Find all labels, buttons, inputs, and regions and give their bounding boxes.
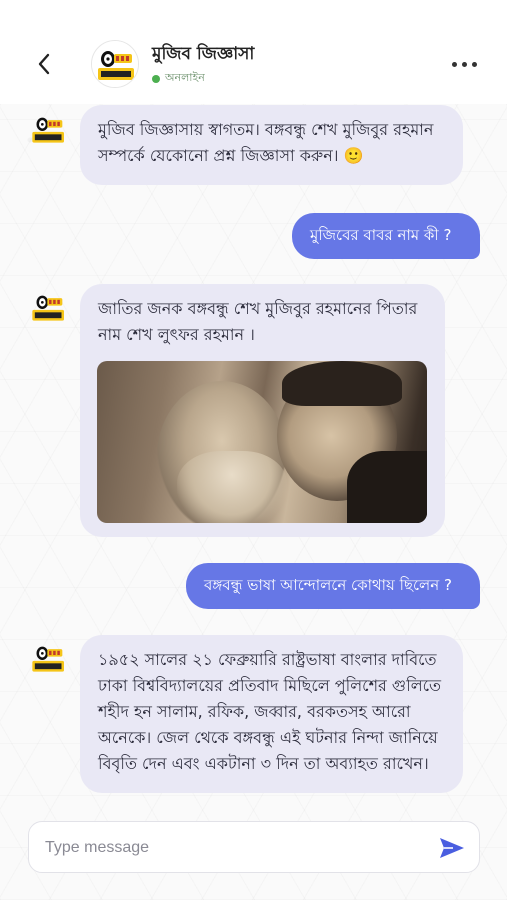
chat-header: মুজিব জিজ্ঞাসা অনলাইন [0, 0, 507, 104]
bot-avatar [29, 640, 69, 680]
bot-message: ১৯৫২ সালের ২১ ফেব্রুয়ারি রাষ্ট্রভাষা বা… [80, 635, 463, 793]
mascot-logo-icon [32, 646, 64, 672]
online-status: অনলাইন [152, 69, 205, 88]
message-composer [28, 821, 480, 873]
user-message: মুজিবের বাবর নাম কী ? [292, 213, 480, 259]
send-icon [440, 838, 464, 858]
mascot-logo-icon [32, 295, 64, 321]
chevron-left-icon [38, 53, 50, 75]
chat-avatar[interactable] [91, 40, 139, 88]
status-label: অনলাইন [165, 71, 205, 84]
message-text: মুজিব জিজ্ঞাসায় স্বাগতম। বঙ্গবন্ধু শেখ … [98, 120, 434, 165]
user-message: বঙ্গবন্ধু ভাষা আন্দোলনে কোথায় ছিলেন ? [186, 563, 480, 609]
more-options-button[interactable] [446, 52, 482, 76]
message-text: ১৯৫২ সালের ২১ ফেব্রুয়ারি রাষ্ট্রভাষা বা… [98, 650, 442, 773]
mascot-logo-icon [92, 41, 138, 87]
message-text: জাতির জনক বঙ্গবন্ধু শেখ মুজিবুর রহমানের … [98, 299, 418, 344]
chat-title: মুজিব জিজ্ঞাসা [152, 44, 255, 64]
historical-photo[interactable] [97, 361, 427, 523]
message-text: মুজিবের বাবর নাম কী ? [310, 226, 452, 244]
more-horizontal-icon [451, 61, 457, 67]
bot-message: মুজিব জিজ্ঞাসায় স্বাগতম। বঙ্গবন্ধু শেখ … [80, 105, 463, 185]
message-text: বঙ্গবন্ধু ভাষা আন্দোলনে কোথায় ছিলেন ? [204, 576, 452, 594]
mascot-logo-icon [32, 117, 64, 143]
online-dot-icon [152, 74, 160, 83]
bot-avatar [29, 111, 69, 151]
message-input[interactable] [45, 834, 415, 862]
back-button[interactable] [30, 48, 58, 80]
bot-avatar [29, 289, 69, 329]
send-button[interactable] [437, 834, 467, 862]
